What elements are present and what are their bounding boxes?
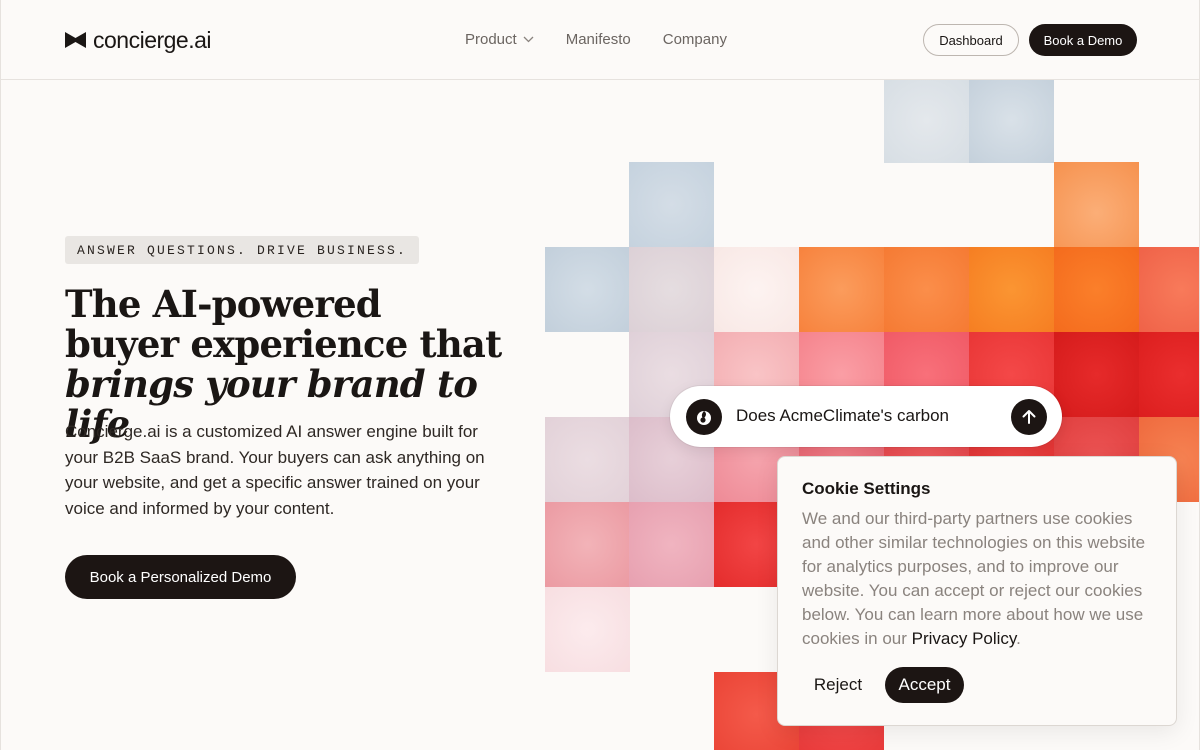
cookie-description: We and our third-party partners use cook… [802, 507, 1162, 651]
mosaic-tile [799, 247, 884, 332]
hero-eyebrow: ANSWER QUESTIONS. DRIVE BUSINESS. [65, 236, 420, 264]
chevron-down-icon [523, 36, 534, 42]
mosaic-tile [545, 502, 630, 587]
cookie-settings-panel: Cookie Settings We and our third-party p… [777, 456, 1177, 726]
mosaic-tile [545, 247, 630, 332]
chat-query-text: Does AcmeClimate's carbon [736, 406, 949, 425]
mosaic-tile [1054, 247, 1139, 332]
send-button[interactable] [1011, 399, 1047, 435]
nav-item-manifesto[interactable]: Manifesto [566, 29, 631, 49]
mosaic-tile [545, 587, 630, 672]
nav-item-product[interactable]: Product [465, 29, 534, 49]
mosaic-tile [884, 78, 969, 163]
mosaic-tile [545, 417, 630, 502]
headline-plain: The AI-powered buyer experience that [65, 282, 502, 366]
logo-wordmark: concierge.ai [93, 26, 212, 53]
cookie-title: Cookie Settings [802, 479, 931, 498]
privacy-policy-link[interactable]: Privacy Policy [912, 629, 1017, 648]
flame-icon [697, 411, 711, 425]
nav-item-company[interactable]: Company [663, 29, 727, 49]
nav-item-label: Manifesto [565, 30, 631, 48]
nav-item-label: Product [465, 30, 517, 48]
accept-cookies-button[interactable]: Accept [885, 667, 964, 703]
mosaic-tile [629, 247, 714, 332]
mosaic-tile [629, 162, 714, 247]
dashboard-button[interactable]: Dashboard [923, 24, 1019, 56]
cookie-body-text: We and our third-party partners use cook… [802, 509, 1146, 648]
logo-link[interactable]: concierge.ai [65, 26, 212, 54]
mosaic-tile [629, 502, 714, 587]
mosaic-tile [1139, 332, 1199, 417]
site-header: concierge.ai Product Manifesto Company D… [1, 0, 1199, 80]
page: concierge.ai Product Manifesto Company D… [0, 0, 1200, 750]
mosaic-tile [1054, 162, 1139, 247]
nav-item-label: Company [662, 30, 727, 48]
book-demo-button[interactable]: Book a Demo [1029, 24, 1137, 56]
reject-cookies-button[interactable]: Reject [802, 667, 874, 703]
mosaic-tile [884, 247, 969, 332]
mosaic-tile [1139, 247, 1199, 332]
book-personalized-demo-button[interactable]: Book a Personalized Demo [65, 555, 296, 599]
mosaic-tile [714, 247, 799, 332]
cookie-body-end: . [1016, 629, 1021, 648]
chat-query-bubble[interactable]: Does AcmeClimate's carbon [670, 386, 1062, 447]
mosaic-tile [969, 247, 1054, 332]
concierge-avatar [686, 399, 722, 435]
hero-description: Concierge.ai is a customized AI answer e… [65, 422, 485, 518]
arrow-up-icon [1022, 410, 1036, 424]
main-nav: Product Manifesto Company [465, 29, 727, 49]
mosaic-tile [969, 78, 1054, 163]
mosaic-tile [1054, 332, 1139, 417]
bowtie-logo-icon [65, 32, 86, 48]
